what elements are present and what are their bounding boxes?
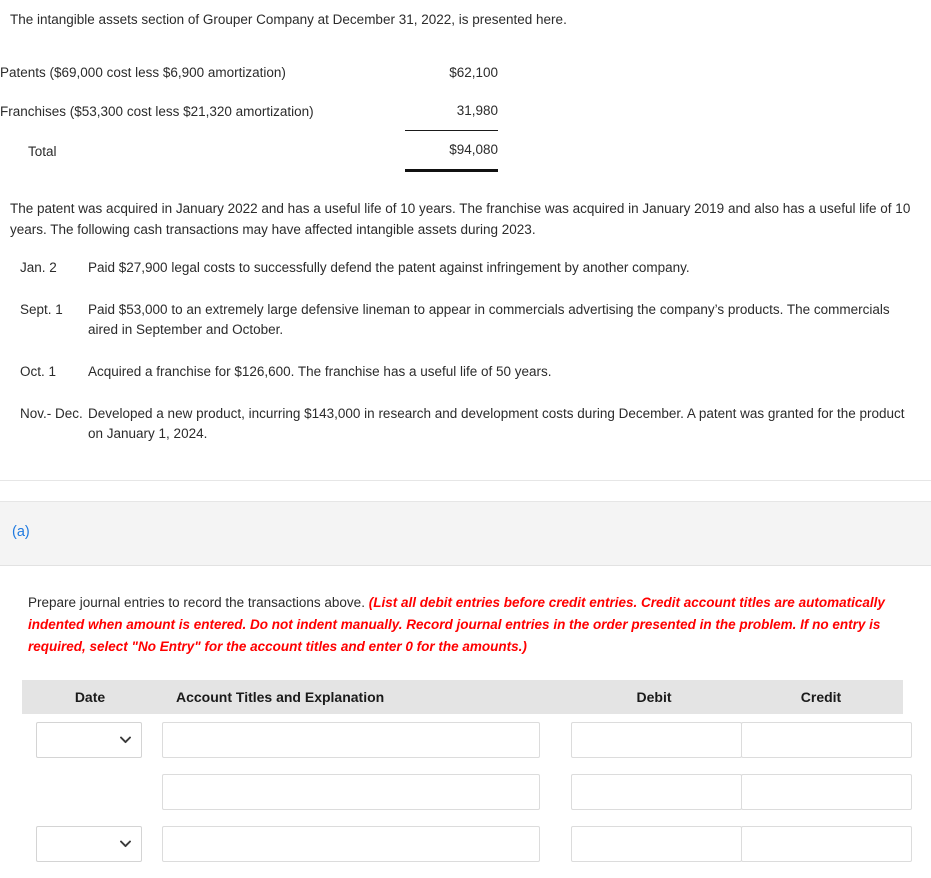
transaction-row: Jan. 2 Paid $27,900 legal costs to succe… [0, 258, 925, 300]
requirement-black-text: Prepare journal entries to record the tr… [28, 595, 369, 610]
debit-amount-input[interactable] [571, 826, 742, 862]
transaction-description: Paid $27,900 legal costs to successfully… [88, 260, 690, 275]
transaction-row: Oct. 1 Acquired a franchise for $126,600… [0, 362, 925, 404]
transactions-body: Jan. 2 Paid $27,900 legal costs to succe… [0, 258, 925, 466]
part-a-label[interactable]: (a) [0, 502, 931, 540]
debit-amount-input[interactable] [571, 722, 742, 758]
journal-credit-cell [739, 766, 912, 818]
intangible-label: Patents ($69,000 cost less $6,900 amorti… [0, 65, 286, 80]
date-select-wrapper [36, 826, 142, 862]
credit-amount-input[interactable] [741, 722, 912, 758]
intangible-total-amount: $94,080 [405, 130, 498, 172]
journal-account-cell [158, 714, 569, 766]
intangible-amount: 31,980 [405, 92, 498, 131]
journal-credit-cell [739, 818, 912, 870]
debit-amount-input[interactable] [571, 774, 742, 810]
account-title-input[interactable] [162, 826, 540, 862]
account-title-input[interactable] [162, 722, 540, 758]
transactions-table: Jan. 2 Paid $27,900 legal costs to succe… [0, 258, 925, 466]
transaction-description: Developed a new product, incurring $143,… [88, 406, 905, 441]
account-title-input[interactable] [162, 774, 540, 810]
journal-debit-cell [569, 766, 742, 818]
transaction-row: Nov.- Dec. Developed a new product, incu… [0, 404, 925, 466]
table-row: Franchises ($53,300 cost less $21,320 am… [0, 92, 498, 131]
transaction-row: Sept. 1 Paid $53,000 to an extremely lar… [0, 300, 925, 362]
journal-row [22, 714, 912, 766]
transaction-description: Paid $53,000 to an extremely large defen… [88, 302, 890, 337]
journal-row [22, 766, 912, 818]
date-select[interactable] [36, 722, 142, 758]
journal-date-cell-empty [22, 766, 158, 818]
transaction-date: Sept. 1 [20, 302, 63, 317]
journal-date-cell [22, 714, 158, 766]
journal-credit-cell [739, 714, 912, 766]
journal-entry-table: Date Account Titles and Explanation Debi… [22, 680, 912, 870]
column-header-debit: Debit [569, 680, 739, 714]
journal-date-cell [22, 818, 158, 870]
transaction-date: Jan. 2 [20, 260, 57, 275]
journal-account-cell [158, 766, 569, 818]
intangible-amount: $62,100 [449, 65, 498, 80]
intangible-label: Franchises ($53,300 cost less $21,320 am… [0, 103, 314, 119]
intangible-total-label: Total [28, 143, 57, 159]
intro-paragraph: The intangible assets section of Grouper… [10, 12, 567, 27]
journal-debit-cell [569, 714, 742, 766]
question-page: The intangible assets section of Grouper… [0, 0, 931, 878]
intangible-assets-body: Patents ($69,000 cost less $6,900 amorti… [0, 54, 498, 172]
date-select[interactable] [36, 826, 142, 862]
transaction-date: Nov.- Dec. [20, 406, 83, 421]
table-row: Patents ($69,000 cost less $6,900 amorti… [0, 54, 498, 92]
intangible-assets-table: Patents ($69,000 cost less $6,900 amorti… [0, 54, 498, 172]
part-a-panel: (a) [0, 501, 931, 566]
journal-debit-cell [569, 818, 742, 870]
column-header-credit: Credit [739, 680, 903, 714]
section-divider [0, 480, 931, 481]
requirement-text: Prepare journal entries to record the tr… [0, 566, 931, 658]
column-header-account: Account Titles and Explanation [158, 680, 569, 714]
date-select-wrapper [36, 722, 142, 758]
journal-header: Date Account Titles and Explanation Debi… [22, 680, 903, 714]
credit-amount-input[interactable] [741, 774, 912, 810]
transaction-description: Acquired a franchise for $126,600. The f… [88, 364, 552, 379]
transaction-date: Oct. 1 [20, 364, 57, 379]
credit-amount-input[interactable] [741, 826, 912, 862]
table-row: Total $94,080 [0, 130, 498, 172]
journal-account-cell [158, 818, 569, 870]
body-paragraph: The patent was acquired in January 2022 … [10, 201, 911, 237]
journal-body [22, 714, 912, 870]
journal-row [22, 818, 912, 870]
journal-header-row: Date Account Titles and Explanation Debi… [22, 680, 903, 714]
column-header-date: Date [22, 680, 158, 714]
